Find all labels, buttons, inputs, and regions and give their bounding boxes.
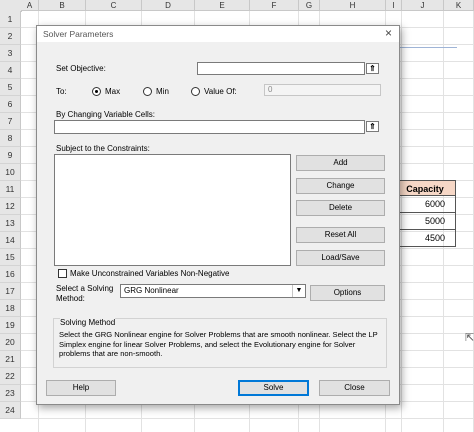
radio-value-of-label: Value Of: [204,87,237,96]
column-header[interactable]: J [402,0,444,11]
column-header[interactable]: E [195,0,250,11]
row-header[interactable]: 16 [0,266,21,283]
solving-method-value: GRG Nonlinear [124,286,179,295]
row-header[interactable]: 24 [0,402,21,419]
radio-min-label: Min [156,87,169,96]
help-button[interactable]: Help [46,380,116,396]
radio-max-label: Max [105,87,121,96]
chevron-down-icon[interactable]: ▼ [292,285,305,297]
column-header[interactable]: D [142,0,195,11]
row-header[interactable]: 9 [0,147,21,164]
row-header[interactable]: 12 [0,198,21,215]
column-header[interactable]: B [39,0,86,11]
reset-all-button[interactable]: Reset All [296,227,385,243]
row-header[interactable]: 11 [0,181,21,198]
radio-max[interactable] [92,87,101,96]
range-picker-icon[interactable]: ⇑ [366,121,379,132]
column-header[interactable]: I [386,0,402,11]
set-objective-label: Set Objective: [56,64,106,73]
column-header[interactable]: H [320,0,386,11]
mouse-cursor-icon: ⇱ [465,332,474,344]
solve-button[interactable]: Solve [238,380,309,396]
dialog-titlebar[interactable]: Solver Parameters × [37,26,399,42]
row-header[interactable]: 7 [0,113,21,130]
column-header[interactable]: F [250,0,299,11]
add-button[interactable]: Add [296,155,385,171]
solving-method-label-2: Method: [56,294,85,303]
row-header[interactable]: 13 [0,215,21,232]
column-header[interactable]: A [21,0,39,11]
row-header[interactable]: 19 [0,317,21,334]
row-header[interactable]: 8 [0,130,21,147]
constraints-label: Subject to the Constraints: [56,144,150,153]
row-header[interactable]: 23 [0,385,21,402]
capacity-header-cell[interactable]: Capacity [394,180,456,196]
row-header[interactable]: 22 [0,368,21,385]
solving-method-description: Select the GRG Nonlinear engine for Solv… [59,330,378,358]
delete-button[interactable]: Delete [296,200,385,216]
radio-value-of[interactable] [191,87,200,96]
change-button[interactable]: Change [296,178,385,194]
row-header[interactable]: 4 [0,62,21,79]
row-header[interactable]: 18 [0,300,21,317]
solving-method-group-title: Solving Method [60,318,116,327]
row-header[interactable]: 20 [0,334,21,351]
options-button[interactable]: Options [310,285,385,301]
close-button[interactable]: Close [319,380,390,396]
capacity-value-cell[interactable]: 4500 [394,230,456,247]
solving-method-select[interactable]: GRG Nonlinear ▼ [120,284,306,298]
gridline [21,418,474,419]
cell-border-line [395,47,457,48]
row-header[interactable]: 5 [0,79,21,96]
unconstrained-checkbox[interactable] [58,269,67,278]
row-header[interactable]: 17 [0,283,21,300]
column-header[interactable]: C [86,0,142,11]
row-header[interactable]: 3 [0,45,21,62]
row-header[interactable]: 6 [0,96,21,113]
row-header[interactable]: 10 [0,164,21,181]
column-header[interactable]: K [444,0,474,11]
radio-min[interactable] [143,87,152,96]
constraints-list[interactable] [54,154,291,266]
row-header[interactable]: 21 [0,351,21,368]
range-picker-icon[interactable]: ⇑ [366,63,379,74]
load-save-button[interactable]: Load/Save [296,250,385,266]
row-header[interactable]: 1 [0,11,21,28]
close-icon[interactable]: × [385,26,392,40]
dialog-title: Solver Parameters [43,29,114,39]
value-of-input[interactable]: 0 [264,84,381,96]
solving-method-label: Select a Solving [56,284,114,293]
capacity-value-cell[interactable]: 6000 [394,196,456,213]
solving-method-group: Solving Method Select the GRG Nonlinear … [53,318,387,368]
solver-parameters-dialog: Solver Parameters × Set Objective: ⇑ To:… [36,25,400,405]
changing-cells-label: By Changing Variable Cells: [56,110,156,119]
capacity-value-cell[interactable]: 5000 [394,213,456,230]
changing-cells-input[interactable] [54,120,365,134]
to-label: To: [56,87,67,96]
row-header[interactable]: 2 [0,28,21,45]
unconstrained-label: Make Unconstrained Variables Non-Negativ… [70,269,230,278]
set-objective-input[interactable] [197,62,365,75]
row-header[interactable]: 14 [0,232,21,249]
row-header[interactable]: 15 [0,249,21,266]
column-header[interactable]: G [299,0,320,11]
